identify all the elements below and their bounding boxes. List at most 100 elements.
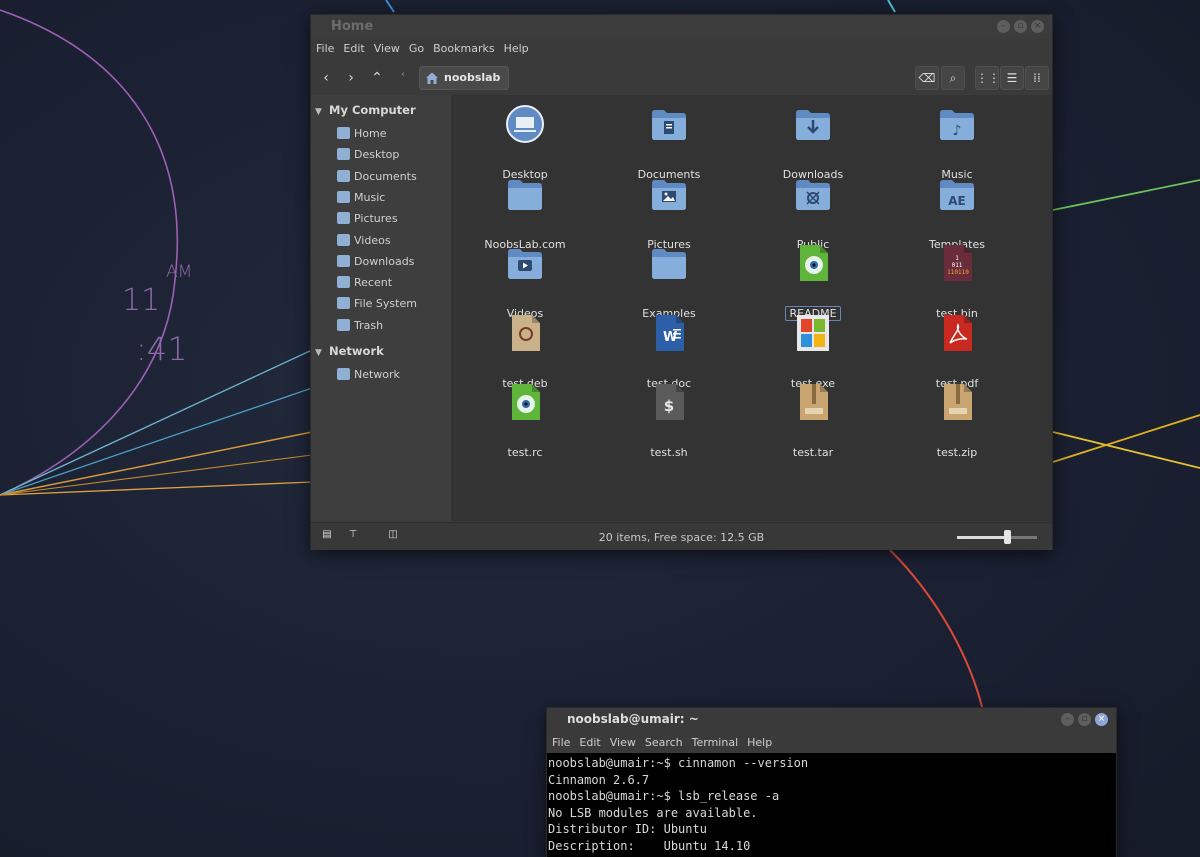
terminal-maximize-button[interactable]: ▫ [1078,713,1091,726]
list-view-icon[interactable]: ☰ [1000,66,1024,90]
back-button[interactable]: ‹ [315,67,337,89]
sidebar-item-documents[interactable]: Documents [337,168,417,186]
sidebar-item-downloads[interactable]: Downloads [337,253,414,271]
deb-package-icon [505,313,545,353]
clock-minute: :41 [136,330,188,368]
file-item[interactable]: test.deb [465,313,585,390]
file-item[interactable]: Documents [609,104,729,181]
expander-triangle-icon[interactable]: ▼ [315,348,329,358]
sidebar-section-label: Network [329,344,384,358]
sidebar-item-videos[interactable]: Videos [337,232,391,250]
pictures-icon [337,212,350,225]
file-item[interactable]: test.zip [897,382,1017,459]
file-item[interactable]: NoobsLab.com [465,174,585,251]
menu-help[interactable]: Help [504,42,529,60]
file-manager-window: Home – ▫ × File Edit View Go Bookmarks Help ‹… [310,14,1053,550]
maximize-button[interactable]: ▫ [1014,20,1027,33]
sidebar-item-recent[interactable]: Recent [337,274,392,292]
templates-folder-icon: AE [937,174,977,214]
terminal-menu-edit[interactable]: Edit [579,736,600,749]
menu-bookmarks[interactable]: Bookmarks [433,42,494,60]
terminal-minimize-button[interactable]: – [1061,713,1074,726]
file-item[interactable]: Public [753,174,873,251]
sidebar-item-network[interactable]: Network [337,366,400,384]
desktop-icon [337,148,350,161]
terminal-close-button[interactable]: × [1095,713,1108,726]
documents-folder-icon [649,104,689,144]
clock-hour: 11 [122,283,161,318]
terminal-menu-search[interactable]: Search [645,736,683,749]
file-item[interactable]: README [753,243,873,321]
file-item[interactable]: Wtest.doc [609,313,729,390]
terminal-output[interactable]: noobslab@umair:~$ cinnamon --version Cinn… [547,753,1116,857]
file-item[interactable]: test.rc [465,382,585,459]
toolbar: ‹ › ⌃ ‹ noobslab ⌫ ⌕ ⋮⋮ ☰ ⁞⁞ [311,64,1052,94]
file-label: test.rc [507,446,543,459]
terminal-menu-file[interactable]: File [552,736,570,749]
search-icon[interactable]: ⌕ [941,66,965,90]
trash-icon [337,318,350,331]
file-item[interactable]: 1 011 110110 test.bin [897,243,1017,320]
minimize-button[interactable]: – [997,20,1010,33]
path-toggle-icon[interactable]: ‹ [401,69,405,80]
terminal-line: No LSB modules are available. [548,805,758,820]
videos-folder-icon [505,243,545,283]
sidebar-item-file-system[interactable]: File System [337,295,417,313]
file-item[interactable]: Desktop [465,104,585,181]
sidebar-item-label: Recent [354,276,393,290]
statusbar: ▤ ⊤ ◫ 20 items, Free space: 12.5 GB [311,522,1052,550]
music-folder-icon: ♪ [937,104,977,144]
terminal-menu-help[interactable]: Help [747,736,772,749]
svg-text:AE: AE [948,194,965,208]
file-item[interactable]: Videos [465,243,585,320]
menu-view[interactable]: View [374,42,400,60]
file-item[interactable]: ♪ Music [897,104,1017,181]
file-item[interactable]: Pictures [609,174,729,251]
file-label: test.sh [650,446,688,459]
menu-edit[interactable]: Edit [343,42,364,60]
menu-go[interactable]: Go [409,42,424,60]
close-button[interactable]: × [1031,20,1044,33]
location-toggle-icon[interactable]: ⌫ [915,66,939,90]
terminal-menu-terminal[interactable]: Terminal [692,736,739,749]
network-icon [337,368,350,380]
compact-view-icon[interactable]: ⁞⁞ [1025,66,1049,90]
menu-file[interactable]: File [316,42,334,60]
forward-button[interactable]: › [340,67,362,89]
terminal-title: noobslab@umair: ~ [567,712,699,726]
up-button[interactable]: ⌃ [366,67,388,89]
pictures-folder-icon [649,174,689,214]
sidebar-item-label: Desktop [354,148,400,162]
terminal-menu-view[interactable]: View [610,736,636,749]
terminal-line: Distributor ID: Ubuntu [548,822,707,837]
file-item[interactable]: test.tar [753,382,873,459]
file-item[interactable]: test.pdf [897,313,1017,390]
sidebar-item-label: Pictures [354,212,398,226]
zoom-slider[interactable] [957,530,1037,544]
file-item[interactable]: Downloads [753,104,873,181]
file-item[interactable]: Examples [609,243,729,320]
svg-text:011: 011 [952,262,963,269]
home-icon [426,72,438,84]
file-label: test.zip [936,446,978,459]
sidebar-section-header[interactable]: ▼ Network [315,344,384,358]
sidebar-section-header[interactable]: ▼ My Computer [315,103,416,117]
zoom-fill [957,536,1007,539]
sidebar-item-trash[interactable]: Trash [337,317,383,335]
file-item[interactable]: $ test.sh [609,382,729,459]
zoom-knob[interactable] [1003,530,1011,544]
sidebar-item-desktop[interactable]: Desktop [337,146,399,164]
terminal-line: noobslab@umair:~$ cinnamon --version [548,756,809,770]
sidebar-item-label: Documents [354,169,417,183]
sidebar-item-music[interactable]: Music [337,189,385,207]
file-item[interactable]: AE Templates [897,174,1017,251]
terminal-line: Cinnamon 2.6.7 [548,772,650,787]
expander-triangle-icon[interactable]: ▼ [315,107,329,117]
sidebar-item-pictures[interactable]: Pictures [337,210,398,228]
path-button-home[interactable]: noobslab [419,66,510,90]
file-item[interactable]: test.exe [753,313,873,390]
sidebar-item-home[interactable]: Home [337,125,386,143]
terminal-titlebar[interactable]: noobslab@umair: ~ – ▫ × [547,708,1116,732]
icon-view-icon[interactable]: ⋮⋮ [975,66,1000,90]
titlebar[interactable]: Home – ▫ × [311,15,1052,39]
